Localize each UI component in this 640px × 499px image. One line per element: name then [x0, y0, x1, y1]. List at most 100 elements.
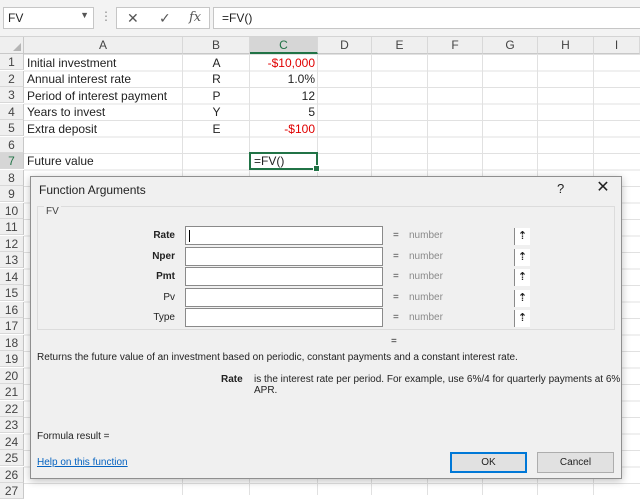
cell-c1[interactable]: -$10,000 [250, 55, 315, 71]
row-header-1[interactable]: 1 [0, 54, 24, 70]
column-header-b[interactable]: B [183, 37, 250, 54]
name-box-value: FV [8, 11, 24, 25]
collapse-dialog-icon[interactable]: ⇡ [514, 228, 530, 245]
argument-input-pv[interactable]: ⇡ [185, 287, 530, 307]
row-header-25[interactable]: 25 [0, 450, 24, 466]
row-header-6[interactable]: 6 [0, 136, 24, 153]
cell-b5[interactable]: E [183, 121, 250, 137]
row-header-14[interactable]: 14 [0, 268, 24, 285]
help-link[interactable]: Help on this function [37, 457, 128, 468]
chevron-down-icon[interactable]: ▼ [80, 10, 89, 20]
cell-a7[interactable]: Future value [27, 153, 94, 169]
argument-input-nper[interactable]: ⇡ [185, 246, 530, 266]
column-header-d[interactable]: D [318, 37, 372, 54]
argument-value: number [409, 271, 443, 282]
formula-result: Formula result = [37, 431, 110, 442]
function-name: FV [44, 206, 61, 217]
row-header-22[interactable]: 22 [0, 400, 24, 417]
collapse-dialog-icon[interactable]: ⇡ [514, 289, 530, 307]
cell-b2[interactable]: R [183, 71, 250, 87]
insert-function-icon[interactable]: fx [189, 10, 201, 25]
argument-label: Rate [153, 230, 175, 241]
row-header-21[interactable]: 21 [0, 384, 24, 400]
cell-b4[interactable]: Y [183, 104, 250, 120]
function-description: Returns the future value of an investmen… [37, 352, 518, 363]
cell-c2[interactable]: 1.0% [250, 71, 315, 87]
text-cursor [189, 230, 190, 242]
cell-c4[interactable]: 5 [250, 104, 315, 120]
cell-c5[interactable]: -$100 [250, 121, 315, 137]
argument-input-type[interactable]: ⇡ [185, 308, 530, 327]
argument-equals: = [393, 230, 399, 241]
row-header-2[interactable]: 2 [0, 70, 24, 87]
collapse-dialog-icon[interactable]: ⇡ [514, 248, 530, 266]
collapse-dialog-icon[interactable]: ⇡ [514, 310, 530, 327]
row-header-3[interactable]: 3 [0, 87, 24, 103]
collapse-dialog-icon[interactable]: ⇡ [514, 269, 530, 286]
row-header-15[interactable]: 15 [0, 285, 24, 301]
select-all-corner[interactable] [0, 37, 24, 54]
column-header-h[interactable]: H [538, 37, 594, 54]
argument-row-rate: Rate ⇡ = number [38, 226, 614, 246]
argument-value: number [409, 250, 443, 262]
close-icon[interactable]: ✕ [592, 178, 614, 200]
active-cell-c7[interactable]: =FV() [249, 152, 320, 172]
row-header-11[interactable]: 11 [0, 219, 24, 235]
fill-handle[interactable] [313, 165, 320, 172]
row-header-13[interactable]: 13 [0, 252, 24, 268]
cell-a2[interactable]: Annual interest rate [27, 71, 131, 87]
argument-description: is the interest rate per period. For exa… [254, 374, 621, 396]
argument-row-pv: Pv ⇡ = number [38, 287, 614, 308]
row-header-8[interactable]: 8 [0, 169, 24, 186]
argument-value: number [409, 291, 443, 303]
row-header-16[interactable]: 16 [0, 301, 24, 318]
argument-value: number [409, 230, 443, 241]
column-header-f[interactable]: F [428, 37, 483, 54]
argument-label: Type [153, 312, 175, 323]
argument-input-rate[interactable]: ⇡ [185, 226, 530, 245]
column-header-c[interactable]: C [250, 37, 318, 54]
argument-row-type: Type ⇡ = number [38, 308, 614, 328]
cell-b1[interactable]: A [183, 55, 250, 71]
row-header-18[interactable]: 18 [0, 334, 24, 351]
ok-button[interactable]: OK [450, 452, 527, 473]
cell-a3[interactable]: Period of interest payment [27, 88, 167, 104]
result-equals: = [391, 336, 397, 347]
drag-handle-icon[interactable]: ⋮ [100, 9, 112, 23]
row-header-19[interactable]: 19 [0, 351, 24, 367]
argument-row-nper: Nper ⇡ = number [38, 246, 614, 267]
argument-input-pmt[interactable]: ⇡ [185, 267, 530, 286]
help-icon[interactable]: ? [557, 181, 564, 196]
cell-a1[interactable]: Initial investment [27, 55, 116, 71]
cell-a4[interactable]: Years to invest [27, 104, 105, 120]
argument-row-pmt: Pmt ⇡ = number [38, 267, 614, 287]
argument-equals: = [393, 250, 399, 262]
function-arguments-dialog: Function Arguments ? ✕ FV Rate ⇡ = number Np… [30, 176, 622, 479]
cell-c3[interactable]: 12 [250, 88, 315, 104]
formula-input[interactable]: =FV() [213, 7, 640, 29]
cancel-icon[interactable]: ✕ [127, 10, 139, 27]
row-header-27[interactable]: 27 [0, 483, 24, 499]
row-header-17[interactable]: 17 [0, 318, 24, 334]
row-header-24[interactable]: 24 [0, 433, 24, 450]
row-header-26[interactable]: 26 [0, 466, 24, 483]
column-header-a[interactable]: A [24, 37, 183, 54]
row-header-10[interactable]: 10 [0, 202, 24, 219]
row-header-23[interactable]: 23 [0, 417, 24, 433]
row-header-4[interactable]: 4 [0, 103, 24, 120]
cell-a5[interactable]: Extra deposit [27, 121, 97, 137]
name-box[interactable]: FV ▼ [3, 7, 94, 29]
argument-label: Pv [163, 291, 175, 303]
row-header-9[interactable]: 9 [0, 186, 24, 202]
enter-check-icon[interactable]: ✓ [159, 10, 171, 27]
row-header-20[interactable]: 20 [0, 367, 24, 384]
row-header-12[interactable]: 12 [0, 235, 24, 252]
cancel-button[interactable]: Cancel [537, 452, 614, 473]
column-header-e[interactable]: E [372, 37, 428, 54]
formula-bar: FV ▼ ⋮ ✕ ✓ fx =FV() [0, 0, 640, 37]
row-header-7[interactable]: 7 [0, 153, 24, 169]
row-header-5[interactable]: 5 [0, 120, 24, 136]
column-header-i[interactable]: I [594, 37, 640, 54]
cell-b3[interactable]: P [183, 88, 250, 104]
column-header-g[interactable]: G [483, 37, 538, 54]
